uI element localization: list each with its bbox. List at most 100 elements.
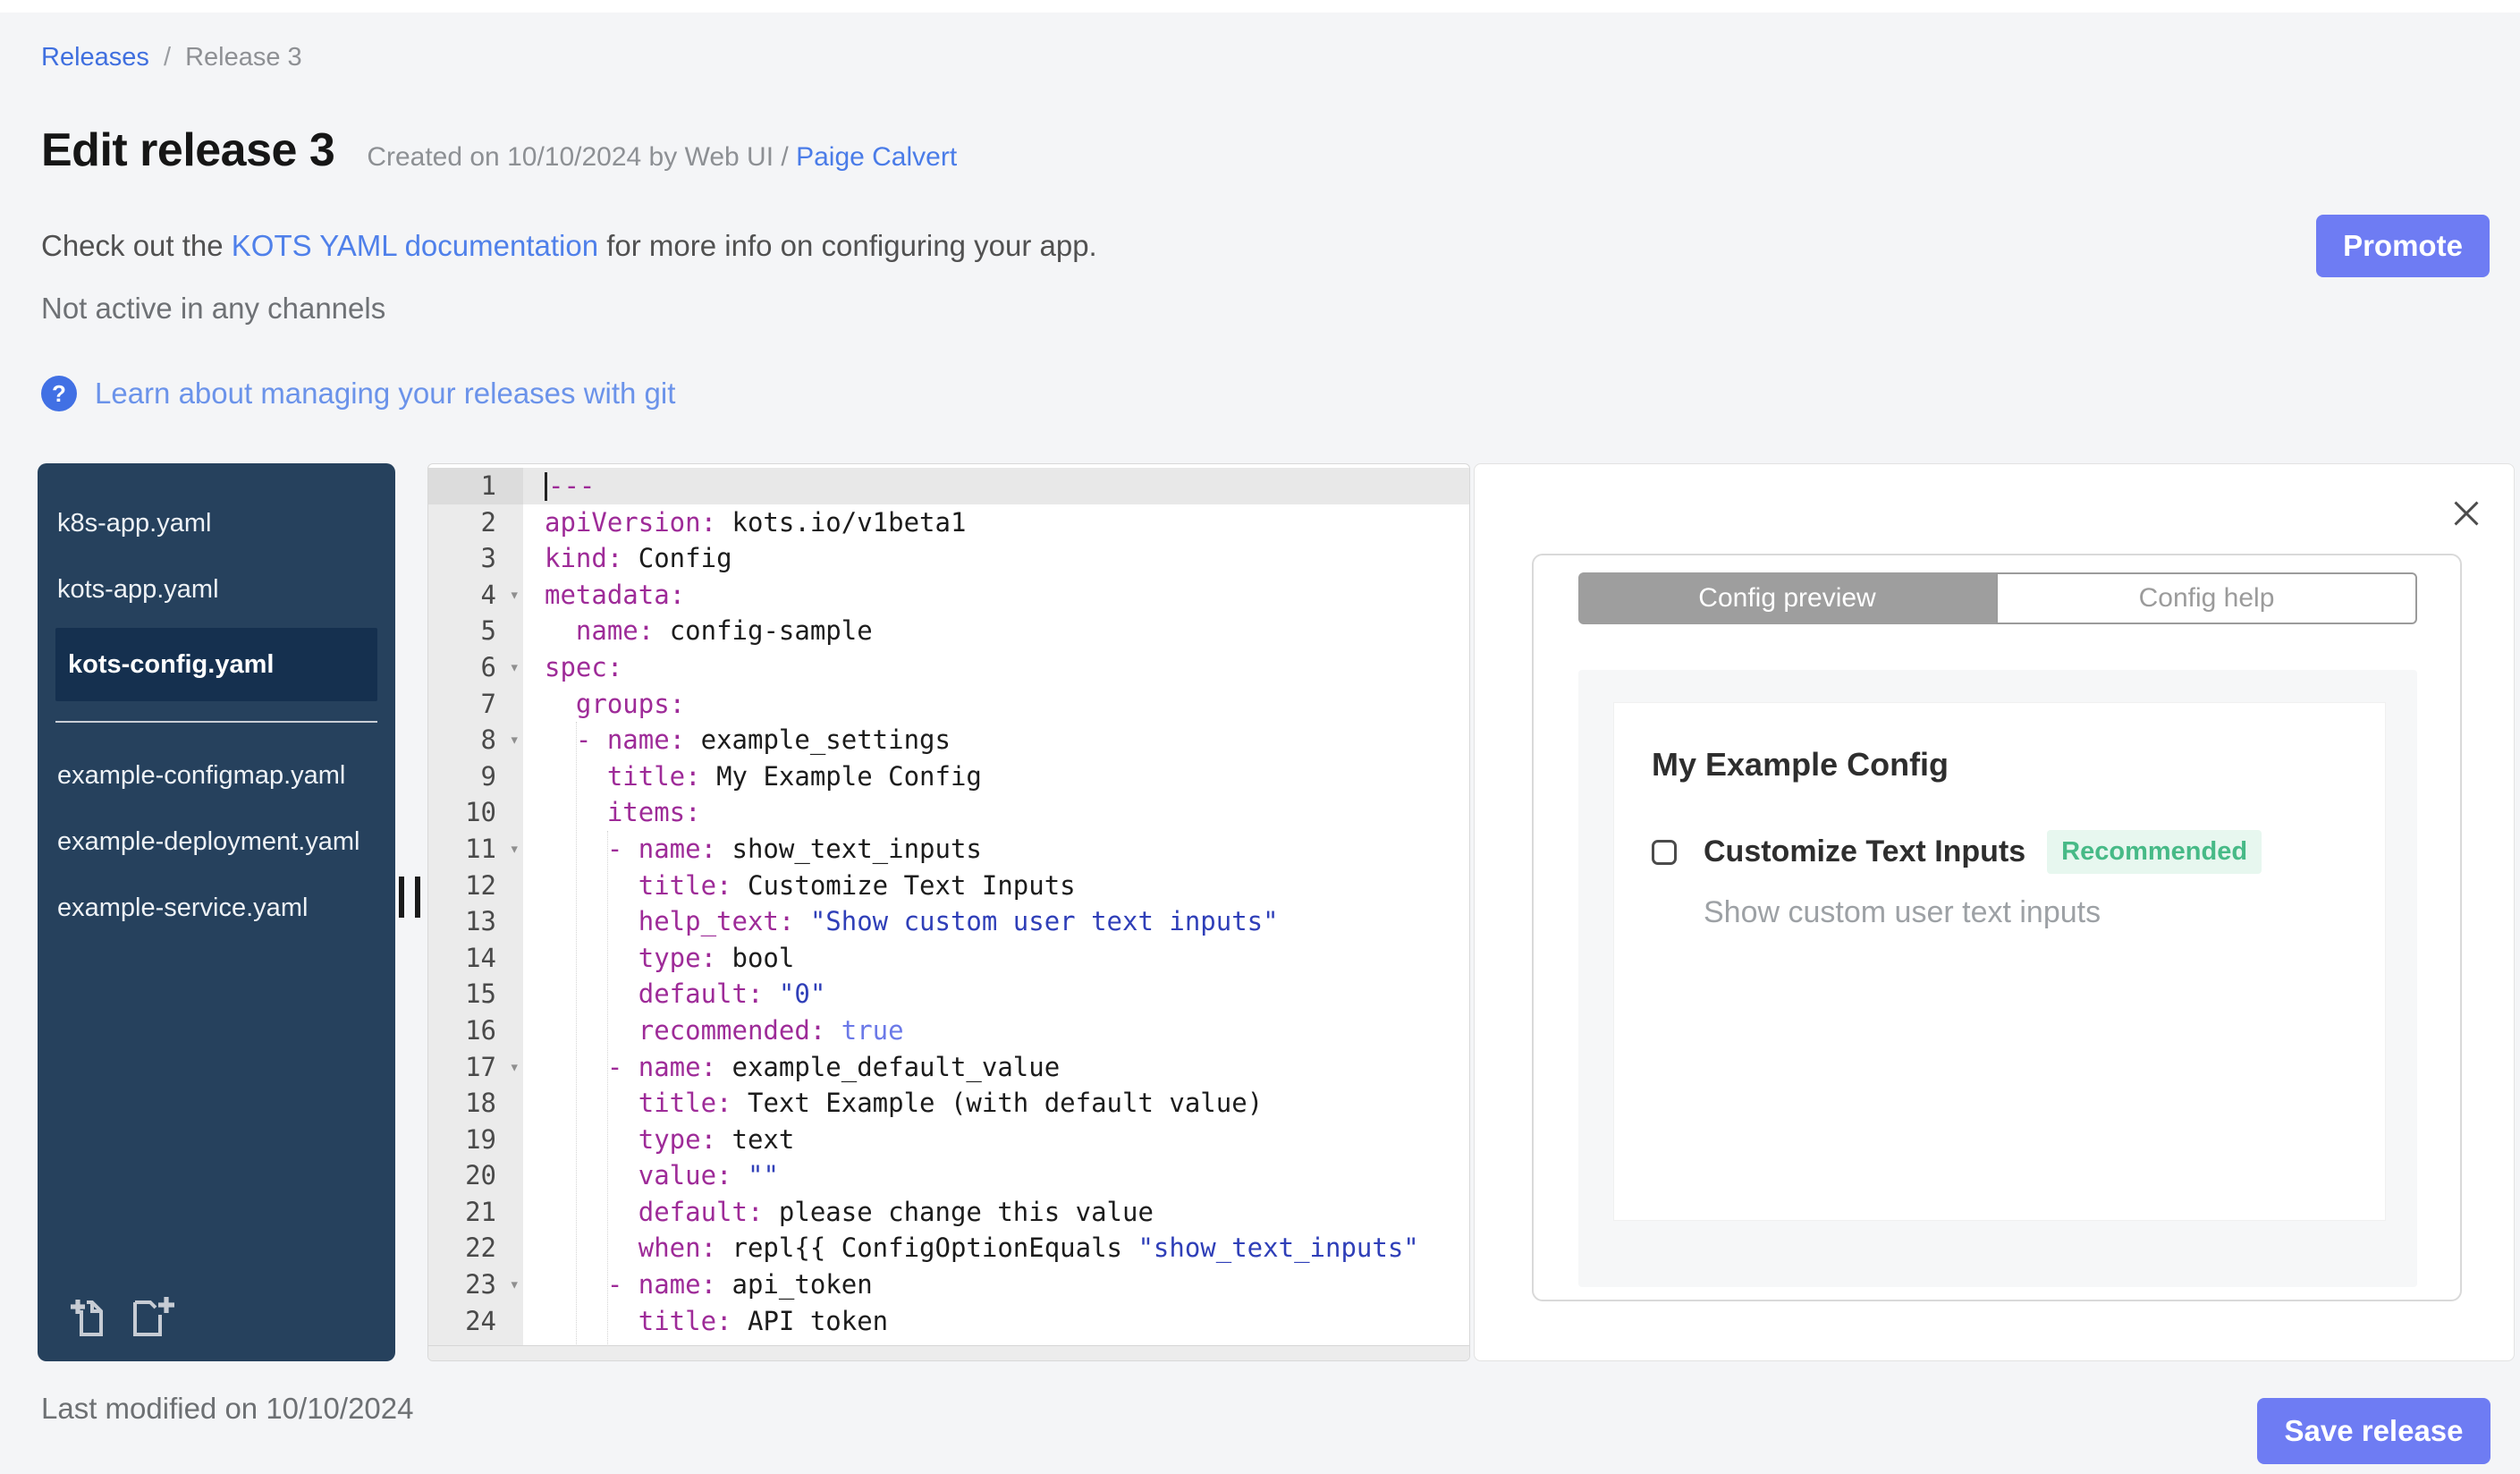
save-release-button[interactable]: Save release: [2257, 1398, 2490, 1464]
fold-arrow-icon[interactable]: ▾: [510, 649, 520, 686]
code-line-17[interactable]: 17 ▾ - name: example_default_value: [428, 1048, 1469, 1086]
code-line-5[interactable]: 5 name: config-sample: [428, 613, 1469, 649]
code-line-10[interactable]: 10 items:: [428, 794, 1469, 831]
line-number: 23 ▾: [428, 1266, 523, 1303]
line-number: 6 ▾: [428, 648, 523, 686]
preview-area: My Example Config Customize Text Inputs …: [1578, 670, 2417, 1287]
sidebar-actions: [64, 1293, 179, 1342]
resize-bar: [415, 877, 420, 918]
code-line-15[interactable]: 15 default: "0": [428, 976, 1469, 1012]
config-group-title: My Example Config: [1652, 746, 1949, 783]
fold-arrow-icon[interactable]: ▾: [510, 722, 520, 758]
code-text: ---: [523, 468, 1469, 504]
code-line-9[interactable]: 9 title: My Example Config: [428, 758, 1469, 795]
breadcrumb: Releases / Release 3: [41, 43, 302, 72]
close-icon[interactable]: [2451, 498, 2482, 529]
line-number: 8 ▾: [428, 722, 523, 758]
file-sidebar: k8s-app.yaml kots-app.yaml kots-config.yam…: [38, 463, 395, 1361]
file-item-k8s-app.yaml[interactable]: k8s-app.yaml: [38, 490, 395, 556]
config-preview-panel: Config preview Config help My Example Co…: [1474, 463, 2515, 1361]
new-file-icon[interactable]: [127, 1293, 179, 1342]
code-text: kind: Config: [545, 543, 732, 574]
fold-arrow-icon[interactable]: ▾: [510, 1049, 520, 1086]
code-line-14[interactable]: 14 type: bool: [428, 939, 1469, 977]
line-number: 18: [428, 1085, 523, 1122]
line-number: 19: [428, 1121, 523, 1158]
title-row: Edit release 3 Created on 10/10/2024 by …: [41, 123, 957, 177]
indent-guide: [576, 722, 577, 1346]
code-text: default: please change this value: [545, 1196, 1154, 1227]
doc-text-before: Check out the: [41, 229, 232, 262]
code-text: - name: example_default_value: [545, 1051, 1061, 1082]
created-text: Created on 10/10/2024 by Web UI /: [367, 142, 789, 172]
file-item-kots-app.yaml[interactable]: kots-app.yaml: [38, 556, 395, 623]
customize-text-inputs-checkbox[interactable]: [1652, 839, 1677, 865]
code-text: - name: show_text_inputs: [545, 833, 982, 864]
code-line-19[interactable]: 19 type: text: [428, 1121, 1469, 1158]
tab-config-help[interactable]: Config help: [1996, 572, 2417, 624]
line-number: 3: [428, 540, 523, 577]
code-text: name: config-sample: [545, 615, 873, 647]
yaml-code-editor[interactable]: 1 --- 2 apiVersion: kots.io/v1beta1 3 kind: C…: [427, 463, 1470, 1361]
line-number: 15: [428, 976, 523, 1012]
code-text: title: Customize Text Inputs: [545, 869, 1076, 901]
line-number: 14: [428, 939, 523, 977]
sidebar-resize-handle[interactable]: [399, 877, 422, 918]
config-group-card: My Example Config Customize Text Inputs …: [1614, 703, 2385, 1220]
line-number: 20: [428, 1157, 523, 1194]
top-strip: [0, 0, 2520, 13]
code-line-11[interactable]: 11 ▾ - name: show_text_inputs: [428, 830, 1469, 868]
fold-arrow-icon[interactable]: ▾: [510, 831, 520, 868]
line-number: 10: [428, 794, 523, 831]
fold-arrow-icon[interactable]: ▾: [510, 1266, 520, 1303]
code-line-21[interactable]: 21 default: please change this value: [428, 1193, 1469, 1231]
text-cursor: [545, 472, 547, 501]
code-line-7[interactable]: 7 groups:: [428, 685, 1469, 723]
code-line-6[interactable]: 6 ▾ spec:: [428, 648, 1469, 686]
code-text: type: text: [545, 1123, 795, 1155]
fold-arrow-icon[interactable]: ▾: [510, 577, 520, 614]
file-item-example-configmap.yaml[interactable]: example-configmap.yaml: [38, 742, 395, 809]
code-text: default: "0": [545, 978, 826, 1010]
code-line-22[interactable]: 22 when: repl{{ ConfigOptionEquals "show…: [428, 1230, 1469, 1267]
code-line-23[interactable]: 23 ▾ - name: api_token: [428, 1266, 1469, 1303]
created-author-link[interactable]: Paige Calvert: [796, 142, 957, 172]
line-number: 5: [428, 613, 523, 649]
breadcrumb-separator: /: [163, 43, 172, 72]
code-line-3[interactable]: 3 kind: Config: [428, 540, 1469, 577]
line-number: 1: [428, 468, 523, 504]
code-line-18[interactable]: 18 title: Text Example (with default val…: [428, 1085, 1469, 1122]
file-item-kots-config.yaml[interactable]: kots-config.yaml: [55, 628, 377, 701]
line-number: 13: [428, 903, 523, 940]
code-line-1[interactable]: 1 ---: [428, 468, 1469, 504]
code-line-24[interactable]: 24 title: API token: [428, 1302, 1469, 1340]
code-line-16[interactable]: 16 recommended: true: [428, 1012, 1469, 1049]
code-rows: 1 --- 2 apiVersion: kots.io/v1beta1 3 kind: C…: [428, 468, 1469, 1346]
tab-config-preview[interactable]: Config preview: [1578, 572, 1996, 624]
file-item-example-service.yaml[interactable]: example-service.yaml: [38, 875, 395, 941]
code-line-8[interactable]: 8 ▾ - name: example_settings: [428, 722, 1469, 758]
code-line-4[interactable]: 4 ▾ metadata:: [428, 576, 1469, 614]
code-line-20[interactable]: 20 value: "": [428, 1157, 1469, 1194]
line-number: 11 ▾: [428, 830, 523, 868]
config-item-help: Show custom user text inputs: [1704, 895, 2101, 929]
git-releases-link[interactable]: Learn about managing your releases with …: [95, 377, 675, 411]
code-line-2[interactable]: 2 apiVersion: kots.io/v1beta1: [428, 504, 1469, 541]
line-number: 9: [428, 758, 523, 795]
line-number: 24: [428, 1302, 523, 1340]
horizontal-scrollbar[interactable]: [428, 1345, 1469, 1360]
promote-button[interactable]: Promote: [2316, 215, 2490, 277]
code-line-12[interactable]: 12 title: Customize Text Inputs: [428, 867, 1469, 904]
breadcrumb-releases-link[interactable]: Releases: [41, 43, 149, 72]
code-text: title: My Example Config: [545, 760, 982, 792]
indent-guide: [607, 831, 608, 1346]
add-file-icon[interactable]: [64, 1293, 113, 1342]
kots-yaml-doc-link[interactable]: KOTS YAML documentation: [232, 229, 598, 262]
preview-tabs: Config preview Config help: [1578, 572, 2417, 624]
line-number: 16: [428, 1012, 523, 1049]
code-line-13[interactable]: 13 help_text: "Show custom user text inp…: [428, 903, 1469, 940]
file-item-example-deployment.yaml[interactable]: example-deployment.yaml: [38, 809, 395, 875]
code-text: items:: [545, 797, 701, 828]
line-number: 21: [428, 1193, 523, 1231]
config-item-label: Customize Text Inputs: [1704, 834, 2026, 868]
